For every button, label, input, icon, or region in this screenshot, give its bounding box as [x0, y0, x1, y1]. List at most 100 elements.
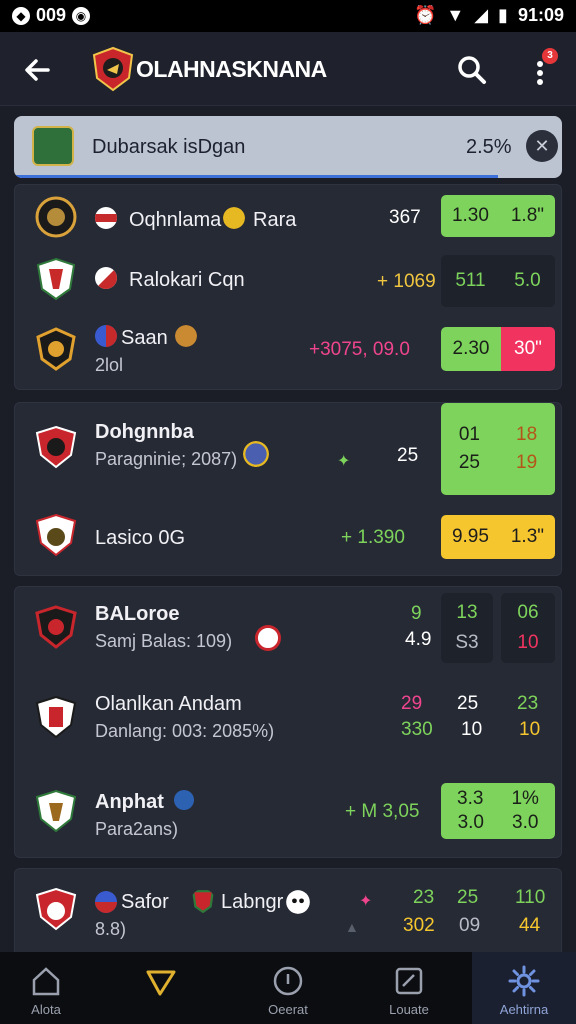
search-percent: 2.5% [466, 136, 512, 158]
list-item[interactable]: Ralokari Cqn + 1069 511 5.0 [15, 249, 563, 315]
odd-2: 5.0 [514, 270, 541, 291]
match-value: + 1.390 [341, 527, 405, 548]
team-sub: 8.8) [95, 919, 127, 939]
value-2b: 10 [461, 719, 483, 740]
more-menu-button[interactable]: 3 [528, 48, 558, 92]
value-1a: 9 [411, 603, 422, 624]
search-query: Dubarsak isDgan [92, 136, 246, 158]
nav-label: Alota [31, 1002, 61, 1017]
notification-icon: ◆ [12, 6, 30, 25]
odds-button[interactable]: 511 5.0 [441, 255, 555, 307]
mini-badge-icon [255, 625, 281, 651]
clear-search-button[interactable]: ✕ [526, 130, 558, 162]
odds-button[interactable]: 06 10 [501, 593, 555, 663]
team-sub: Paragninie; 2087) [95, 449, 238, 469]
value-1a: 29 [401, 693, 423, 714]
match-card-3: BALoroe Samj Balas: 109) 9 4.9 13 S3 06 … [14, 586, 562, 858]
list-item[interactable]: Saan 2lol +3075, 09.0 2.30 30" [15, 315, 563, 389]
value-2b: 09 [459, 915, 481, 936]
trend-up-icon: ✦ [337, 453, 351, 470]
list-item[interactable]: Olanlkan Andam Danlang: 003: 2085%) 29 3… [15, 677, 563, 767]
odds-button[interactable]: 2.30 [441, 327, 501, 371]
team-name: Dohgnnba [95, 421, 194, 443]
nav-send[interactable] [92, 952, 230, 1024]
team-crest-icon [35, 513, 77, 557]
team-crest-icon [35, 196, 77, 238]
team-name: Safor [121, 891, 169, 913]
odd-1: 1.30 [451, 205, 489, 226]
odds-button[interactable]: 01 18 25 19 [441, 403, 555, 495]
odd-2: 1.8" [510, 205, 545, 226]
odd-1: 25 [458, 452, 480, 473]
wifi-icon: ▼ [446, 5, 465, 25]
home-icon [32, 967, 60, 996]
list-item[interactable]: Safor Labngr 8.8) ✦ ▲ 23 302 25 09 110 4… [15, 869, 563, 953]
mini-flag-icon [95, 267, 117, 289]
alarm-icon: ⏰ [413, 5, 437, 25]
odd-2: 30" [514, 338, 542, 359]
edit-icon [395, 967, 423, 995]
team-name: Olanlkan Andam [95, 693, 242, 715]
app-bar: OLAHNASKNANA 3 [0, 32, 576, 106]
odd-1: S3 [455, 632, 479, 653]
odd-2: 06 [517, 602, 539, 623]
value-2a: 25 [457, 693, 479, 714]
clock: 91:09 [517, 5, 564, 25]
nav-explore[interactable]: Oeerat [230, 952, 346, 1024]
odds-button[interactable]: 30" [501, 327, 555, 371]
odd-2: 1.3" [510, 526, 545, 547]
match-value: 25 [397, 445, 419, 466]
match-value: + M 3,05 [345, 801, 420, 822]
odd-2: 1% [511, 788, 539, 809]
send-icon [146, 970, 176, 996]
list-item[interactable]: Anphat Para2ans) + M 3,05 3.3 1% 3.0 3.0 [15, 767, 563, 857]
odds-button[interactable]: 13 S3 [441, 593, 493, 663]
odd-2: 19 [516, 452, 538, 473]
odd-2: 10 [517, 632, 539, 653]
nav-home[interactable]: Alota [0, 952, 92, 1024]
signal-icon: ◢ [474, 5, 489, 25]
team-name: Lasico 0G [95, 527, 186, 549]
mini-flag-icon [95, 325, 117, 347]
bottom-navigation: Alota Oeerat Louate Aehtirna [0, 952, 576, 1024]
match-card-1: Oqhnlama Rara 367 1.30 1.8" Ralokari Cqn… [14, 184, 562, 390]
nav-label: Aehtirna [499, 1002, 549, 1017]
list-item[interactable]: Lasico 0G + 1.390 9.95 1.3" [15, 499, 563, 577]
page-title: OLAHNASKNANA [136, 56, 327, 82]
team-crest-icon [35, 695, 77, 739]
odd-1: 2.30 [452, 338, 490, 359]
value-1b: 302 [403, 915, 435, 936]
app-logo-icon [92, 46, 134, 92]
mini-badge-icon [175, 325, 197, 347]
status-bar: ◆ 009 ◉ ⏰ ▼ ◢ ▮ 91:09 [0, 0, 576, 32]
list-item[interactable]: Oqhnlama Rara 367 1.30 1.8" [15, 185, 563, 249]
team-name: BALoroe [95, 603, 180, 625]
match-value: +3075, 09.0 [309, 339, 410, 360]
odds-button[interactable]: 9.95 1.3" [441, 515, 555, 559]
search-banner[interactable]: Dubarsak isDgan 2.5% ✕ [14, 116, 562, 178]
nav-edit[interactable]: Louate [346, 952, 472, 1024]
team-name: Oqhnlama [129, 209, 222, 231]
value-1b: 4.9 [405, 629, 432, 650]
team-sub: Para2ans) [95, 819, 179, 839]
match-value: + 1069 [377, 271, 436, 292]
odds-button[interactable]: 3.3 1% 3.0 3.0 [441, 783, 555, 839]
team-crest-icon [35, 605, 77, 649]
odd-1: 3.3 [457, 788, 484, 809]
trend-icon: ✦ [359, 893, 373, 910]
notification-badge: 3 [542, 48, 558, 64]
odd-2: 18 [516, 424, 538, 445]
nav-settings[interactable]: Aehtirna [472, 952, 576, 1024]
value-3b: 44 [519, 915, 541, 936]
list-item[interactable]: BALoroe Samj Balas: 109) 9 4.9 13 S3 06 … [15, 587, 563, 677]
mini-badge-icon [243, 441, 269, 467]
mini-badge-icon [191, 890, 215, 913]
odds-button[interactable]: 1.30 1.8" [441, 195, 555, 237]
odd-1: 01 [458, 424, 480, 445]
list-item[interactable]: Dohgnnba Paragninie; 2087) ✦ 25 01 18 25 1… [15, 403, 563, 499]
mini-badge-icon [286, 890, 310, 914]
team2-name: Labngr [221, 891, 284, 913]
search-icon[interactable] [452, 50, 492, 90]
back-arrow-icon[interactable] [18, 50, 58, 90]
trend-down-icon: ▲ [345, 919, 359, 935]
